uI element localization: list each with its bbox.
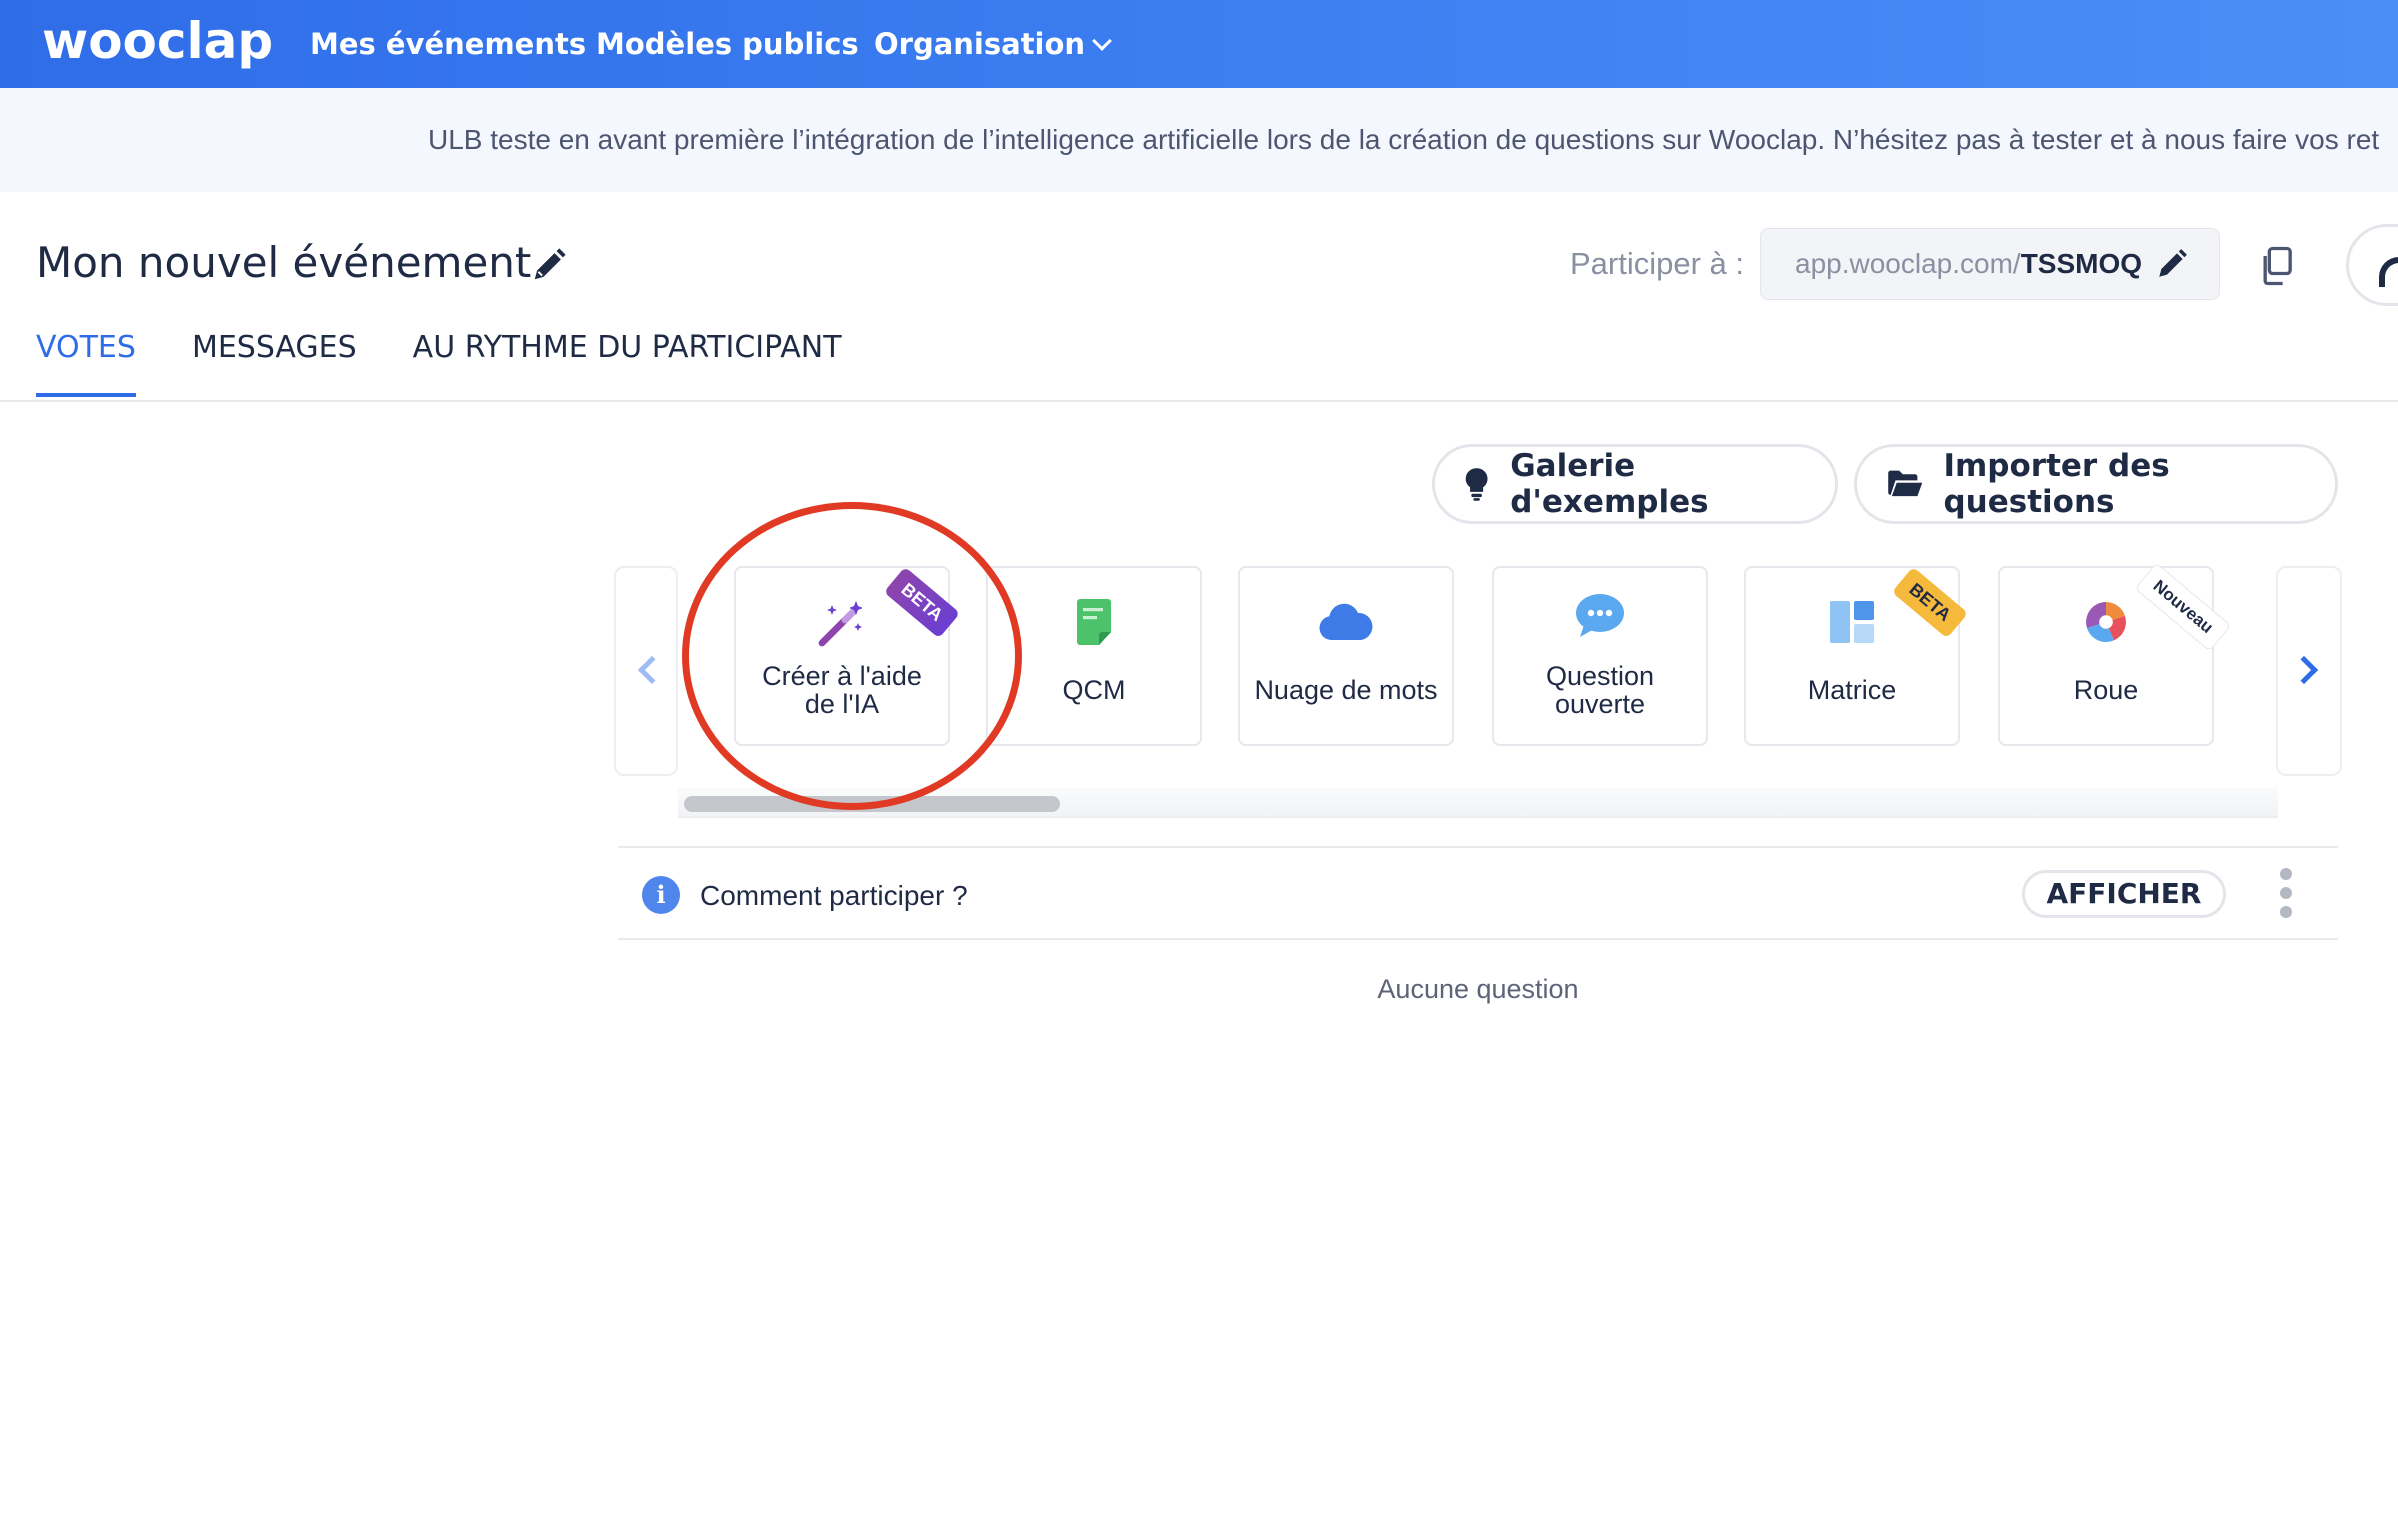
tab-messages[interactable]: MESSAGES	[192, 330, 357, 397]
tabs-divider	[0, 400, 2398, 402]
banner-text: ULB teste en avant première l’intégratio…	[428, 124, 2380, 155]
gallery-button-label: Galerie d'exemples	[1510, 448, 1709, 520]
card-label-line2: de l'IA	[804, 689, 880, 719]
lightbulb-icon	[1465, 468, 1488, 501]
edit-title-pencil-icon[interactable]	[530, 246, 568, 284]
card-qcm[interactable]: QCM	[986, 566, 1202, 746]
open-folder-icon	[1888, 470, 1923, 497]
import-questions-button[interactable]: Importer des questions	[1854, 444, 2338, 524]
url-prefix: app.wooclap.com/	[1795, 248, 2021, 279]
empty-state-text: Aucune question	[1377, 974, 1579, 1004]
more-options-icon[interactable]	[2276, 868, 2296, 922]
row-divider-bottom	[618, 938, 2338, 940]
card-label: QCM	[1062, 675, 1126, 705]
carousel-next-button[interactable]	[2276, 566, 2342, 776]
top-navbar: wooclap Mes événements Modèles publics O…	[0, 0, 2398, 88]
edit-code-pencil-icon[interactable]	[2155, 247, 2189, 281]
how-to-participate-text: Comment participer ?	[700, 880, 968, 911]
card-word-cloud[interactable]: Nuage de mots	[1238, 566, 1454, 746]
carousel-scrollbar-thumb[interactable]	[684, 796, 1060, 812]
wooclap-logo[interactable]: wooclap	[42, 12, 273, 70]
card-label: Nuage de mots	[1254, 675, 1438, 705]
copy-icon[interactable]	[2258, 246, 2294, 286]
card-label: Roue	[2073, 675, 2139, 705]
cloud-icon	[1240, 596, 1452, 648]
card-wheel[interactable]: Roue Nouveau	[1998, 562, 2232, 746]
card-label: Matrice	[1807, 675, 1897, 705]
card-create-with-ai[interactable]: Créer à l'aide de l'IA BETA	[734, 566, 961, 746]
nav-modeles-publics[interactable]: Modèles publics	[596, 27, 859, 61]
show-button[interactable]: AFFICHER	[2022, 870, 2226, 918]
card-label-line1: Question	[1545, 661, 1655, 691]
card-label-line2: ouverte	[1554, 689, 1646, 719]
event-title: Mon nouvel événement	[36, 238, 532, 287]
present-icon	[2379, 257, 2398, 287]
carousel-prev-button[interactable]	[614, 566, 678, 776]
row-divider-top	[618, 846, 2338, 848]
card-label-line1: Créer à l'aide	[762, 661, 922, 691]
announcement-banner: ULB teste en avant première l’intégratio…	[0, 88, 2398, 192]
qcm-icon	[988, 596, 1200, 648]
chevron-right-icon	[2289, 655, 2319, 685]
nav-organisation-label: Organisation	[874, 27, 1086, 61]
speech-bubble-icon	[1494, 590, 1706, 642]
card-open-question[interactable]: Question ouverte	[1492, 566, 1708, 746]
nav-organisation[interactable]: Organisation	[874, 27, 1112, 61]
tab-votes[interactable]: VOTES	[36, 330, 136, 397]
chevron-left-icon	[637, 655, 667, 685]
info-icon: i	[642, 876, 680, 914]
chevron-down-icon	[1092, 31, 1112, 51]
tab-au-rythme-du-participant[interactable]: AU RYTHME DU PARTICIPANT	[413, 330, 842, 397]
gallery-button[interactable]: Galerie d'exemples	[1432, 444, 1838, 524]
event-code: TSSMOQ	[2020, 248, 2143, 279]
card-matrix[interactable]: Matrice BETA	[1744, 566, 1969, 746]
import-button-label: Importer des questions	[1943, 448, 2170, 520]
present-button[interactable]	[2346, 224, 2398, 306]
nav-mes-evenements[interactable]: Mes événements	[310, 27, 586, 61]
participation-url-box[interactable]: app.wooclap.com/TSSMOQ	[1760, 228, 2220, 300]
participate-label: Participer à :	[1570, 246, 1745, 281]
event-tabs: VOTES MESSAGES AU RYTHME DU PARTICIPANT	[36, 330, 898, 397]
